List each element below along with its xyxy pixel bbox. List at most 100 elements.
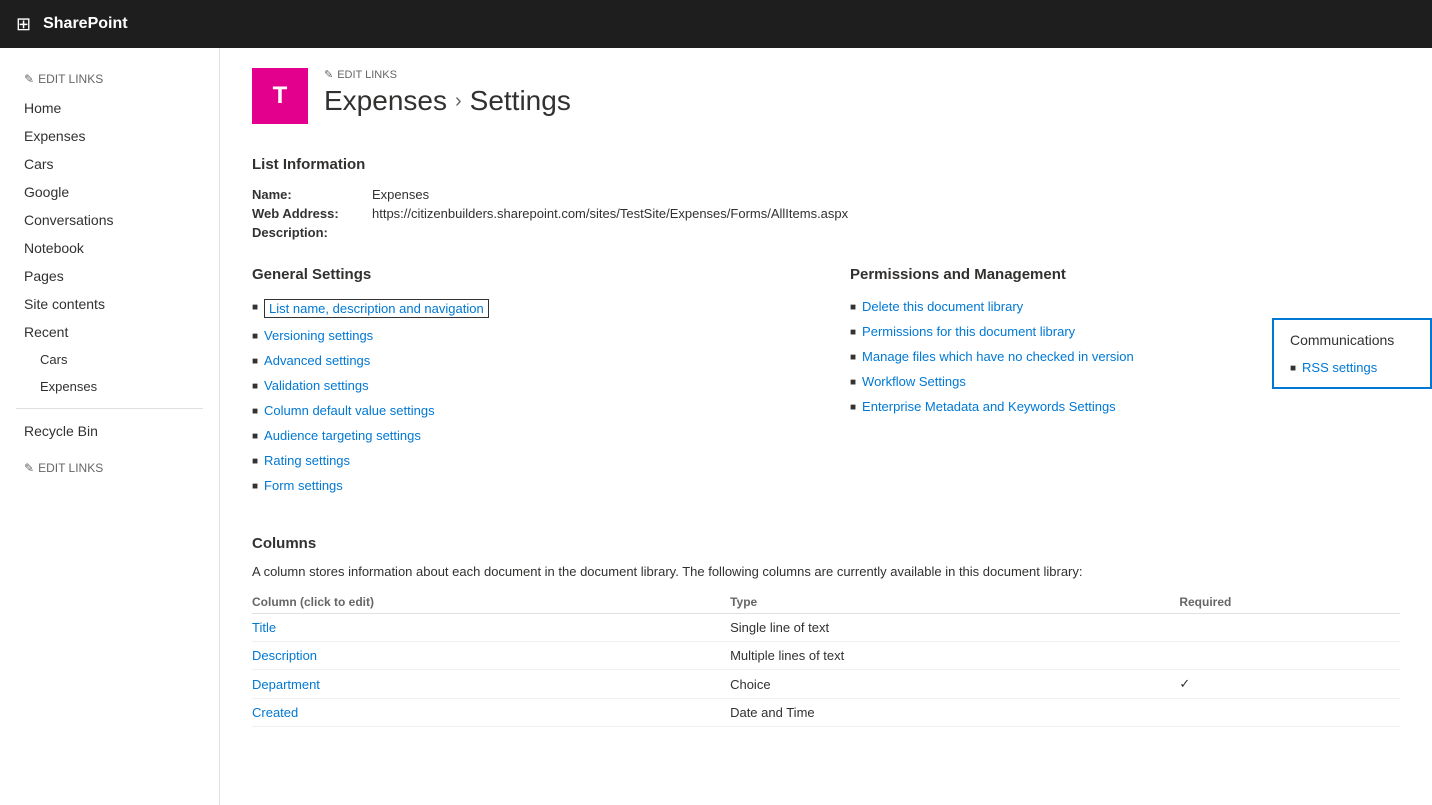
columns-table: Column (click to edit) Type Required Tit… <box>252 591 1400 727</box>
app-title: SharePoint <box>43 15 127 33</box>
sidebar-divider <box>16 408 203 409</box>
general-link-0[interactable]: ■ List name, description and navigation <box>252 299 802 318</box>
general-link-1[interactable]: ■ Versioning settings <box>252 328 802 343</box>
col-required-1 <box>1179 642 1400 670</box>
comm-bullet-0: ■ <box>1290 363 1296 374</box>
sidebar-item-home[interactable]: Home <box>0 94 219 122</box>
table-row: Description Multiple lines of text <box>252 642 1400 670</box>
general-link-label-5: Audience targeting settings <box>264 428 421 443</box>
permissions-title: Permissions and Management <box>850 266 1400 283</box>
sidebar-item-cars[interactable]: Cars <box>0 150 219 178</box>
columns-title: Columns <box>252 535 1400 552</box>
perm-bullet-4: ■ <box>850 402 856 413</box>
breadcrumb-part1[interactable]: Expenses <box>324 85 447 117</box>
col-created[interactable]: Created <box>252 699 730 727</box>
site-icon: T <box>252 68 308 124</box>
comm-link-label-0: RSS settings <box>1302 360 1377 375</box>
col-required-2: ✓ <box>1179 670 1400 699</box>
settings-grid: General Settings ■ List name, descriptio… <box>252 266 1400 503</box>
general-link-7[interactable]: ■ Form settings <box>252 478 802 493</box>
sidebar-item-expenses[interactable]: Expenses <box>0 122 219 150</box>
content-area: T ✎ EDIT LINKS Expenses › Settings List … <box>220 48 1432 805</box>
perm-link-label-1: Permissions for this document library <box>862 324 1075 339</box>
list-info-desc-row: Description: <box>252 223 1400 242</box>
bullet-icon-0: ■ <box>252 302 258 313</box>
general-link-label-2: Advanced settings <box>264 353 370 368</box>
web-address-value: https://citizenbuilders.sharepoint.com/s… <box>372 206 848 221</box>
sidebar-item-notebook[interactable]: Notebook <box>0 234 219 262</box>
page-title: Expenses › Settings <box>324 85 1400 117</box>
general-link-label-6: Rating settings <box>264 453 350 468</box>
breadcrumb-separator: › <box>455 90 462 113</box>
waffle-icon[interactable]: ⊞ <box>16 14 31 35</box>
sidebar-item-conversations[interactable]: Conversations <box>0 206 219 234</box>
sidebar-item-google[interactable]: Google <box>0 178 219 206</box>
general-link-5[interactable]: ■ Audience targeting settings <box>252 428 802 443</box>
perm-bullet-1: ■ <box>850 327 856 338</box>
col-department[interactable]: Department <box>252 670 730 699</box>
perm-bullet-2: ■ <box>850 352 856 363</box>
sidebar-item-recent-cars[interactable]: Cars <box>0 346 219 373</box>
bullet-icon-4: ■ <box>252 406 258 417</box>
sidebar-edit-links-top[interactable]: ✎ EDIT LINKS <box>0 64 219 94</box>
perm-link-label-4: Enterprise Metadata and Keywords Setting… <box>862 399 1116 414</box>
sidebar-item-recycle-bin[interactable]: Recycle Bin <box>0 417 219 445</box>
sidebar-edit-links-bottom[interactable]: ✎ EDIT LINKS <box>0 453 219 483</box>
header-area: T ✎ EDIT LINKS Expenses › Settings <box>252 48 1400 140</box>
list-info-name-row: Name: Expenses <box>252 185 1400 204</box>
perm-link-4[interactable]: ■ Enterprise Metadata and Keywords Setti… <box>850 399 1400 414</box>
name-label: Name: <box>252 187 372 202</box>
pencil-icon: ✎ <box>24 72 34 86</box>
bullet-icon-6: ■ <box>252 456 258 467</box>
bullet-icon-7: ■ <box>252 481 258 492</box>
sidebar-item-site-contents[interactable]: Site contents <box>0 290 219 318</box>
perm-link-0[interactable]: ■ Delete this document library <box>850 299 1400 314</box>
col-required-3 <box>1179 699 1400 727</box>
perm-bullet-3: ■ <box>850 377 856 388</box>
col-title[interactable]: Title <box>252 614 730 642</box>
col-header-column: Column (click to edit) <box>252 591 730 614</box>
edit-links-header[interactable]: ✎ EDIT LINKS <box>324 68 1400 81</box>
general-link-2[interactable]: ■ Advanced settings <box>252 353 802 368</box>
perm-link-label-3: Workflow Settings <box>862 374 966 389</box>
name-value: Expenses <box>372 187 429 202</box>
main-container: ✎ EDIT LINKS Home Expenses Cars Google C… <box>0 48 1432 805</box>
general-link-label-1: Versioning settings <box>264 328 373 343</box>
web-address-label: Web Address: <box>252 206 372 221</box>
communications-title: Communications <box>1290 332 1414 348</box>
general-link-6[interactable]: ■ Rating settings <box>252 453 802 468</box>
top-bar: ⊞ SharePoint <box>0 0 1432 48</box>
sidebar-item-recent: Recent <box>0 318 219 346</box>
col-type-1: Multiple lines of text <box>730 642 1179 670</box>
perm-link-label-2: Manage files which have no checked in ve… <box>862 349 1134 364</box>
bullet-icon-3: ■ <box>252 381 258 392</box>
col-type-3: Date and Time <box>730 699 1179 727</box>
general-link-3[interactable]: ■ Validation settings <box>252 378 802 393</box>
general-settings-title: General Settings <box>252 266 802 283</box>
perm-bullet-0: ■ <box>850 302 856 313</box>
col-description[interactable]: Description <box>252 642 730 670</box>
sidebar-item-pages[interactable]: Pages <box>0 262 219 290</box>
communications-box: Communications ■ RSS settings <box>1272 318 1432 389</box>
general-link-4[interactable]: ■ Column default value settings <box>252 403 802 418</box>
bullet-icon-5: ■ <box>252 431 258 442</box>
general-link-label-7: Form settings <box>264 478 343 493</box>
columns-description: A column stores information about each d… <box>252 564 1400 579</box>
col-header-type: Type <box>730 591 1179 614</box>
description-label: Description: <box>252 225 372 240</box>
list-info-table: Name: Expenses Web Address: https://citi… <box>252 185 1400 242</box>
general-link-label-4: Column default value settings <box>264 403 435 418</box>
pencil-icon-bottom: ✎ <box>24 461 34 475</box>
general-settings-col: General Settings ■ List name, descriptio… <box>252 266 802 503</box>
comm-link-0[interactable]: ■ RSS settings <box>1290 360 1414 375</box>
col-type-2: Choice <box>730 670 1179 699</box>
breadcrumb-part2: Settings <box>470 85 571 117</box>
col-required-0 <box>1179 614 1400 642</box>
general-link-label-3: Validation settings <box>264 378 369 393</box>
list-info-title: List Information <box>252 156 1400 173</box>
header-text: ✎ EDIT LINKS Expenses › Settings <box>324 68 1400 117</box>
columns-section: Columns A column stores information abou… <box>252 535 1400 727</box>
sidebar-item-recent-expenses[interactable]: Expenses <box>0 373 219 400</box>
bullet-icon-1: ■ <box>252 331 258 342</box>
table-row: Created Date and Time <box>252 699 1400 727</box>
